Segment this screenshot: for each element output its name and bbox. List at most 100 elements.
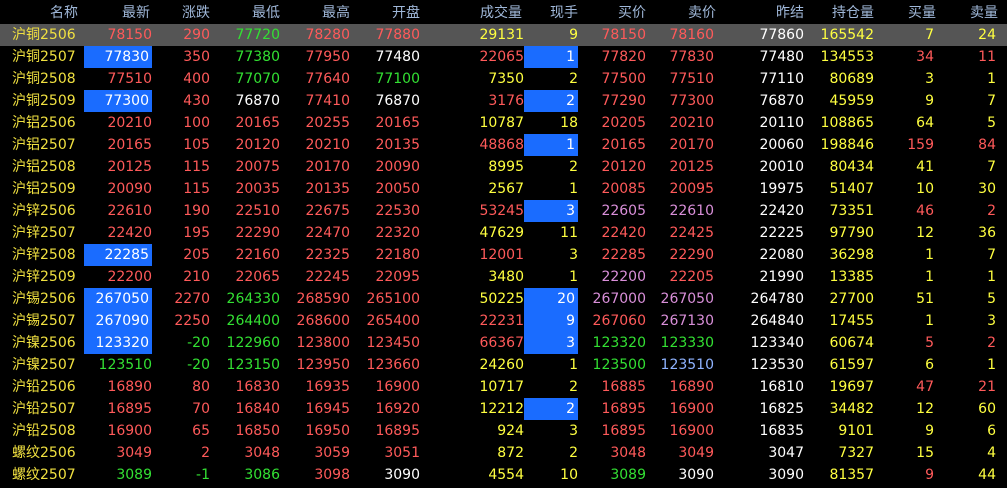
open-interest: 61597 (829, 357, 874, 373)
last-price: 22610 (107, 203, 152, 219)
current-lot: 9 (524, 310, 578, 332)
ask-qty: 7 (987, 247, 996, 263)
col-header-ask[interactable]: 卖价 (680, 2, 716, 24)
ask-price: 78160 (669, 27, 714, 43)
prev-settle: 20060 (759, 137, 804, 153)
bid-price: 16895 (601, 401, 646, 417)
high-price: 20170 (305, 159, 350, 175)
table-row[interactable]: 沪铜2509 77300 430 76870 77410 76870 3176 2 77290 7… (0, 90, 1007, 112)
col-header-low[interactable]: 最低 (240, 2, 280, 24)
contract-name: 沪铜2506 (12, 27, 76, 43)
table-row[interactable]: 沪锡2506 267050 2270 264330 268590 265100 50225 2… (0, 288, 1007, 310)
low-price: 3048 (244, 445, 280, 461)
col-header-volume[interactable]: 成交量 (470, 2, 522, 24)
open-interest: 60674 (829, 335, 874, 351)
bid-qty: 159 (907, 137, 934, 153)
current-lot: 3 (524, 332, 578, 354)
open-price: 16900 (375, 379, 420, 395)
volume: 66367 (479, 335, 524, 351)
ask-price: 20095 (669, 181, 714, 197)
table-row[interactable]: 沪铝2509 20090 115 20035 20135 20050 2567 1 20085 2… (0, 178, 1007, 200)
prev-settle: 77110 (759, 71, 804, 87)
col-header-last[interactable]: 最新 (110, 2, 150, 24)
col-header-high[interactable]: 最高 (310, 2, 350, 24)
high-price: 3059 (314, 445, 350, 461)
open-price: 265100 (366, 291, 420, 307)
col-header-bid-qty[interactable]: 买量 (900, 2, 936, 24)
table-row[interactable]: 沪锌2508 22285 205 22160 22325 22180 12001 3 22285… (0, 244, 1007, 266)
last-price: 20210 (107, 115, 152, 131)
bid-qty: 46 (916, 203, 934, 219)
contract-name: 沪锌2509 (12, 269, 76, 285)
volume: 47629 (479, 225, 524, 241)
volume: 22231 (479, 313, 524, 329)
prev-settle: 21990 (759, 269, 804, 285)
table-row[interactable]: 沪锡2507 267090 2250 264400 268600 265400 22231 9… (0, 310, 1007, 332)
bid-qty: 3 (925, 71, 934, 87)
prev-settle: 16810 (759, 379, 804, 395)
bid-price: 20205 (601, 115, 646, 131)
table-row[interactable]: 沪铅2506 16890 80 16830 16935 16900 10717 2 16885 1… (0, 376, 1007, 398)
current-lot: 3 (569, 247, 578, 263)
contract-name: 沪镍2506 (12, 335, 76, 351)
price-change: 430 (183, 93, 210, 109)
current-lot: 1 (569, 269, 578, 285)
table-row[interactable]: 沪铝2507 20165 105 20120 20210 20135 48868 1 20165… (0, 134, 1007, 156)
ask-price: 22290 (669, 247, 714, 263)
prev-settle: 19975 (759, 181, 804, 197)
table-row[interactable]: 沪镍2506 123320 -20 122960 123800 123450 66367 3 1… (0, 332, 1007, 354)
current-lot: 9 (569, 27, 578, 43)
table-row[interactable]: 沪铅2508 16900 65 16850 16950 16895 924 3 16895 169… (0, 420, 1007, 442)
open-interest: 27700 (829, 291, 874, 307)
current-lot: 18 (560, 115, 578, 131)
open-price: 77880 (375, 27, 420, 43)
table-row[interactable]: 螺纹2506 3049 2 3048 3059 3051 872 2 3048 3049 3047 7… (0, 442, 1007, 464)
open-interest: 134553 (820, 49, 874, 65)
current-lot: 2 (569, 159, 578, 175)
col-header-bid[interactable]: 买价 (610, 2, 646, 24)
open-interest: 13385 (829, 269, 874, 285)
open-price: 16895 (375, 423, 420, 439)
low-price: 16830 (235, 379, 280, 395)
price-change: 2250 (174, 313, 210, 329)
table-row[interactable]: 沪锌2509 22200 210 22065 22245 22095 3480 1 22200 2… (0, 266, 1007, 288)
col-header-name[interactable]: 名称 (46, 2, 78, 24)
col-header-open-interest[interactable]: 持仓量 (822, 2, 874, 24)
table-row[interactable]: 沪铜2507 77830 350 77380 77950 77480 22065 1 77820… (0, 46, 1007, 68)
low-price: 16850 (235, 423, 280, 439)
bid-price: 20085 (601, 181, 646, 197)
price-change: 400 (183, 71, 210, 87)
low-price: 20075 (235, 159, 280, 175)
col-header-current-lot[interactable]: 现手 (538, 2, 578, 24)
open-price: 76870 (375, 93, 420, 109)
col-header-ask-qty[interactable]: 卖量 (962, 2, 998, 24)
table-row[interactable]: 沪锌2506 22610 190 22510 22675 22530 53245 3 22605… (0, 200, 1007, 222)
bid-price: 22605 (601, 203, 646, 219)
table-row[interactable]: 沪铝2506 20210 100 20165 20255 20165 10787 18 2020… (0, 112, 1007, 134)
open-interest: 17455 (829, 313, 874, 329)
price-change: 210 (183, 269, 210, 285)
col-header-change[interactable]: 涨跌 (170, 2, 210, 24)
table-row[interactable]: 沪铅2507 16895 70 16840 16945 16920 12212 2 16895 1… (0, 398, 1007, 420)
low-price: 123150 (226, 357, 280, 373)
table-row[interactable]: 沪铜2508 77510 400 77070 77640 77100 7350 2 77500 7… (0, 68, 1007, 90)
table-row[interactable]: 沪铝2508 20125 115 20075 20170 20090 8995 2 20120 2… (0, 156, 1007, 178)
prev-settle: 22080 (759, 247, 804, 263)
last-price: 123320 (84, 332, 152, 354)
table-row[interactable]: 螺纹2507 3089 -1 3086 3098 3090 4554 10 3089 3090 30… (0, 464, 1007, 486)
table-row[interactable]: 沪铜2506 78150 290 77720 78280 77880 29131 9 78150… (0, 24, 1007, 46)
table-row[interactable]: 沪锌2507 22420 195 22290 22470 22320 47629 11 2242… (0, 222, 1007, 244)
low-price: 77070 (235, 71, 280, 87)
price-change: -20 (187, 357, 210, 373)
col-header-open[interactable]: 开盘 (380, 2, 420, 24)
bid-qty: 12 (916, 401, 934, 417)
volume: 22065 (479, 49, 524, 65)
high-price: 20135 (305, 181, 350, 197)
last-price: 77510 (107, 71, 152, 87)
ask-price: 3049 (678, 445, 714, 461)
col-header-prev-settle[interactable]: 昨结 (768, 2, 804, 24)
contract-name: 沪铝2506 (12, 115, 76, 131)
table-row[interactable]: 沪镍2507 123510 -20 123150 123950 123660 24260 1 1… (0, 354, 1007, 376)
bid-price: 123320 (592, 335, 646, 351)
open-interest: 80689 (829, 71, 874, 87)
